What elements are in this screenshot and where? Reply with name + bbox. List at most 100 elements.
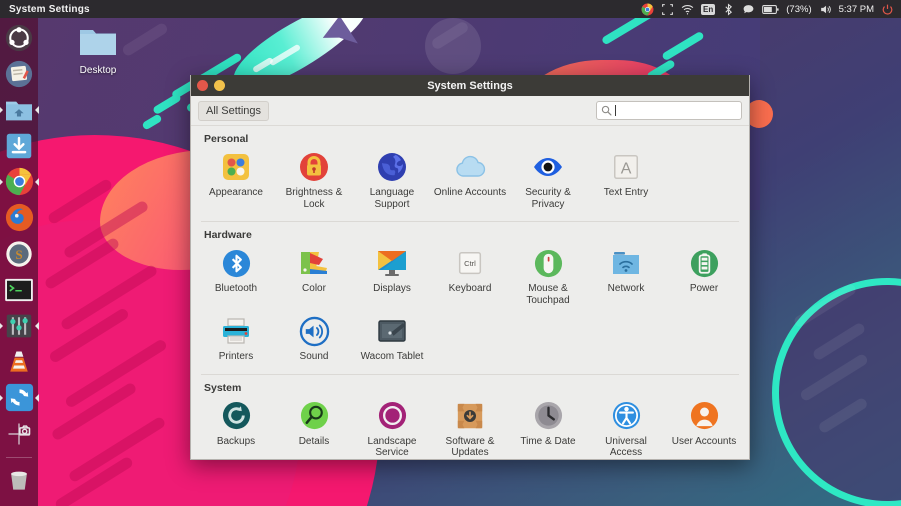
setting-label: Landscape Service [355, 436, 429, 459]
search-input[interactable] [596, 101, 742, 120]
search-caret [615, 105, 616, 116]
color-icon [297, 246, 331, 280]
desktop-icon-label: Desktop [70, 65, 126, 76]
setting-item-displays[interactable]: Displays [353, 244, 431, 312]
printers-icon [219, 314, 253, 348]
setting-item-time-date[interactable]: Time & Date [509, 397, 587, 460]
launcher-item-text-editor[interactable] [3, 58, 35, 89]
launcher-item-trash[interactable] [3, 465, 35, 496]
settings-panes: Personal Appearance Brightness & Lock La… [191, 126, 749, 459]
setting-item-text-entry[interactable]: A Text Entry [587, 148, 665, 216]
setting-item-landscape-service[interactable]: Landscape Service [353, 397, 431, 460]
security-privacy-icon [531, 150, 565, 184]
setting-label: Universal Access [589, 436, 663, 459]
window-titlebar[interactable]: System Settings [191, 75, 749, 96]
setting-label: Appearance [199, 187, 273, 199]
svg-text:S: S [15, 246, 22, 261]
setting-item-software-updates[interactable]: Software & Updates [431, 397, 509, 460]
setting-label: Brightness & Lock [277, 187, 351, 210]
user-accounts-icon [687, 399, 721, 433]
setting-label: Time & Date [511, 436, 585, 448]
brightness-lock-icon [297, 150, 331, 184]
launcher-item-vlc[interactable] [3, 346, 35, 377]
power-icon [687, 246, 721, 280]
setting-label: Network [589, 283, 663, 295]
launcher-item-firefox[interactable] [3, 202, 35, 233]
launcher-item-terminal[interactable] [3, 274, 35, 305]
sound-icon [297, 314, 331, 348]
section-title-personal: Personal [191, 126, 749, 148]
section-title-hardware: Hardware [191, 222, 749, 244]
chrome-icon[interactable] [641, 3, 654, 16]
bluetooth-icon [219, 246, 253, 280]
setting-item-mouse-touchpad[interactable]: Mouse & Touchpad [509, 244, 587, 312]
svg-text:Ctrl: Ctrl [464, 259, 476, 268]
setting-item-appearance[interactable]: Appearance [197, 148, 275, 216]
setting-label: Wacom Tablet [355, 351, 429, 363]
setting-item-wacom-tablet[interactable]: Wacom Tablet [353, 312, 431, 369]
setting-item-color[interactable]: Color [275, 244, 353, 312]
setting-label: Mouse & Touchpad [511, 283, 585, 306]
language-support-icon [375, 150, 409, 184]
details-icon [297, 399, 331, 433]
panel-app-title[interactable]: System Settings [0, 4, 90, 15]
battery-percent-label[interactable]: (73%) [786, 4, 811, 15]
appearance-icon [219, 150, 253, 184]
setting-label: Language Support [355, 187, 429, 210]
unity-launcher: S [0, 18, 38, 506]
launcher-item-files[interactable] [3, 94, 35, 125]
launcher-item-screenshot[interactable] [3, 418, 35, 449]
time-date-icon [531, 399, 565, 433]
window-title: System Settings [191, 80, 749, 92]
setting-item-keyboard[interactable]: Ctrl Keyboard [431, 244, 509, 312]
setting-label: Keyboard [433, 283, 507, 295]
section-grid-personal: Appearance Brightness & Lock Language Su… [191, 148, 749, 216]
volume-icon[interactable] [819, 3, 832, 16]
launcher-item-downloads[interactable] [3, 130, 35, 161]
setting-item-sound[interactable]: Sound [275, 312, 353, 369]
setting-item-universal-access[interactable]: Universal Access [587, 397, 665, 460]
section-grid-system: Backups Details Landscape Service Softwa… [191, 397, 749, 460]
search-icon [601, 105, 612, 116]
setting-item-power[interactable]: Power [665, 244, 743, 312]
setting-label: Displays [355, 283, 429, 295]
launcher-item-equalizer[interactable] [3, 310, 35, 341]
setting-item-printers[interactable]: Printers [197, 312, 275, 369]
landscape-service-icon [375, 399, 409, 433]
setting-item-backups[interactable]: Backups [197, 397, 275, 460]
setting-item-language-support[interactable]: Language Support [353, 148, 431, 216]
setting-item-bluetooth[interactable]: Bluetooth [197, 244, 275, 312]
backups-icon [219, 399, 253, 433]
setting-item-details[interactable]: Details [275, 397, 353, 460]
setting-label: Online Accounts [433, 187, 507, 199]
setting-item-online-accounts[interactable]: Online Accounts [431, 148, 509, 216]
launcher-item-chrome[interactable] [3, 166, 35, 197]
launcher-item-system-settings[interactable] [3, 382, 35, 413]
launcher-item-skype[interactable]: S [3, 238, 35, 269]
setting-item-security-privacy[interactable]: Security & Privacy [509, 148, 587, 216]
setting-label: Color [277, 283, 351, 295]
setting-label: User Accounts [667, 436, 741, 448]
clock-label[interactable]: 5:37 PM [839, 4, 874, 15]
screenshot-icon[interactable] [661, 3, 674, 16]
messaging-icon[interactable] [742, 3, 755, 16]
mouse-touchpad-icon [531, 246, 565, 280]
window-toolbar: All Settings [191, 96, 749, 126]
launcher-divider [6, 457, 32, 458]
wifi-icon[interactable] [681, 3, 694, 16]
setting-item-network[interactable]: Network [587, 244, 665, 312]
power-icon[interactable] [881, 3, 894, 16]
setting-item-brightness-lock[interactable]: Brightness & Lock [275, 148, 353, 216]
network-icon [609, 246, 643, 280]
launcher-item-ubuntu-dash[interactable] [3, 22, 35, 53]
keyboard-layout-indicator[interactable]: En [701, 4, 715, 15]
all-settings-button[interactable]: All Settings [198, 101, 269, 121]
setting-item-user-accounts[interactable]: User Accounts [665, 397, 743, 460]
section-title-system: System [191, 375, 749, 397]
system-settings-window: System Settings All Settings Personal Ap… [190, 75, 750, 460]
wacom-tablet-icon [375, 314, 409, 348]
bluetooth-icon[interactable] [722, 3, 735, 16]
battery-icon[interactable] [762, 3, 779, 16]
setting-label: Security & Privacy [511, 187, 585, 210]
desktop-icon-desktop[interactable]: Desktop [70, 26, 126, 76]
